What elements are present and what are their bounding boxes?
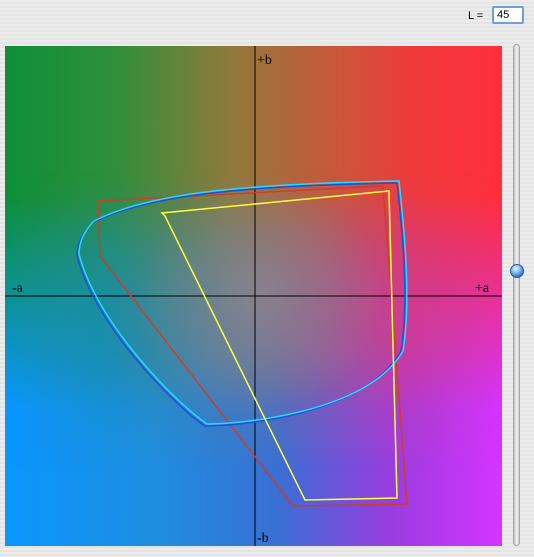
negative-b-axis-label: -b [257, 531, 269, 546]
cyan-gamut-outline [78, 180, 408, 425]
lightness-label: L = [468, 10, 484, 22]
gamut-chart: +b -b -a +a [5, 46, 502, 546]
lightness-slider-track[interactable] [513, 44, 520, 546]
lightness-input[interactable] [492, 6, 524, 24]
lab-color-plane: +b -b -a +a [5, 46, 502, 546]
positive-b-axis-label: +b [257, 53, 272, 68]
lightness-slider-knob[interactable] [510, 263, 524, 278]
yellow-gamut-outline [160, 190, 398, 501]
red-gamut-outline [97, 185, 408, 507]
blue-gamut-outline [76, 182, 406, 427]
positive-a-axis-label: +a [475, 281, 490, 296]
negative-a-axis-label: -a [12, 281, 24, 296]
